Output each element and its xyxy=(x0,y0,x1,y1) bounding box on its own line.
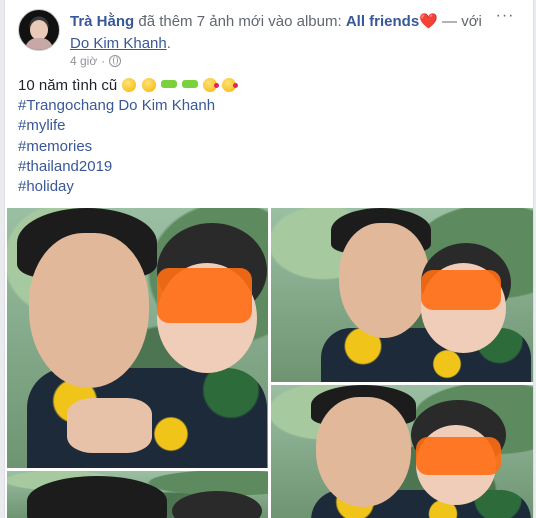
photo-2[interactable] xyxy=(271,208,533,382)
avatar-face xyxy=(30,20,48,40)
water-pistol-emoji-icon xyxy=(160,80,177,88)
hashtag-link[interactable]: #mylife xyxy=(18,116,236,136)
action-text: đã thêm 7 ảnh mới vào album: xyxy=(134,13,346,30)
avatar-shirt xyxy=(25,38,53,50)
photo-3[interactable] xyxy=(271,385,533,518)
hashtag-link[interactable]: #holiday xyxy=(18,177,236,197)
author-name-link[interactable]: Trà Hằng xyxy=(70,13,134,30)
man-hair xyxy=(27,476,167,518)
man-face xyxy=(29,233,149,388)
grinning-tongue-emoji-icon xyxy=(122,78,137,92)
kissing-face-emoji-icon xyxy=(203,78,220,92)
water-pistol-emoji-icon-2 xyxy=(181,80,198,88)
orange-glasses xyxy=(421,270,501,310)
floral-shirt xyxy=(321,328,531,382)
post-body: 10 năm tình cũ #Trangochang Do Kim Khanh… xyxy=(18,76,239,197)
hashtag-link[interactable]: #memories xyxy=(18,137,236,157)
caption-text: 10 năm tình cũ xyxy=(18,77,118,94)
tagged-person-link[interactable]: Do Kim Khanh xyxy=(70,35,167,52)
meta-dot: · xyxy=(101,54,106,68)
feed-post: Trà Hằng đã thêm 7 ảnh mới vào album: Al… xyxy=(4,0,534,518)
orange-glasses xyxy=(416,437,501,475)
more-options-icon[interactable]: ··· xyxy=(494,8,516,27)
globe-icon[interactable] xyxy=(109,55,122,67)
man-face xyxy=(339,223,429,338)
grinning-tongue-emoji-icon-2 xyxy=(141,78,156,92)
photo-1[interactable] xyxy=(7,208,268,468)
album-link[interactable]: All friends xyxy=(346,13,419,30)
hashtag-link[interactable]: #thailand2019 xyxy=(18,157,236,177)
post-header-text: Trà Hằng đã thêm 7 ảnh mới vào album: Al… xyxy=(70,11,495,55)
heart-icon: ❤️ xyxy=(419,13,438,30)
man-face xyxy=(316,397,411,507)
photo-grid xyxy=(7,208,533,518)
post-timestamp[interactable]: 4 giờ xyxy=(70,54,97,68)
photo-4[interactable] xyxy=(7,471,268,518)
kissing-face-emoji-icon-2 xyxy=(222,78,239,92)
hashtag-link[interactable]: #Trangochang Do Kim Khanh xyxy=(18,96,236,116)
orange-glasses xyxy=(157,268,252,323)
hand xyxy=(67,398,152,453)
period-text: . xyxy=(166,35,171,52)
caption-line: 10 năm tình cũ xyxy=(18,76,239,96)
with-text: — với xyxy=(437,13,482,30)
author-avatar[interactable] xyxy=(18,9,60,51)
post-meta: 4 giờ · xyxy=(70,54,122,68)
